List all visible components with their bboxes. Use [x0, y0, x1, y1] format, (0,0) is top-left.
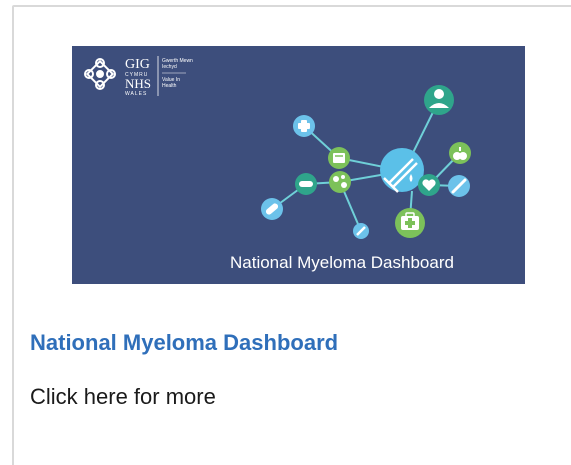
logo-wales: WALES	[125, 91, 147, 97]
bandage-node	[261, 198, 283, 220]
logo-gig: GIG	[125, 57, 150, 72]
syringe-node	[353, 223, 369, 239]
clipboard-icon	[333, 153, 345, 163]
card-title[interactable]: National Myeloma Dashboard	[30, 330, 338, 356]
hub-node	[380, 148, 424, 193]
person-node	[424, 85, 454, 115]
thumbnail-graphic: GIG CYMRU NHS WALES Gwerth Mewn Iechyd V…	[72, 46, 525, 284]
thumbnail-caption: National Myeloma Dashboard	[230, 253, 454, 272]
apple-node	[449, 142, 471, 164]
pill-node	[295, 173, 317, 195]
capsule-node	[329, 171, 351, 193]
card-description: Click here for more	[30, 384, 216, 409]
medical-cross-node	[293, 115, 315, 137]
heart-node	[418, 174, 440, 196]
logo-nhs: NHS	[125, 76, 151, 91]
logo-line4: Health	[162, 83, 177, 89]
dashboard-thumbnail[interactable]: GIG CYMRU NHS WALES Gwerth Mewn Iechyd V…	[72, 46, 525, 284]
medical-kit-node	[395, 208, 425, 238]
chart-node	[328, 147, 350, 169]
pipette-node	[448, 175, 470, 197]
pill-icon	[299, 181, 313, 187]
logo-line2: Iechyd	[162, 64, 177, 70]
dashboard-card[interactable]: GIG CYMRU NHS WALES Gwerth Mewn Iechyd V…	[12, 5, 571, 465]
